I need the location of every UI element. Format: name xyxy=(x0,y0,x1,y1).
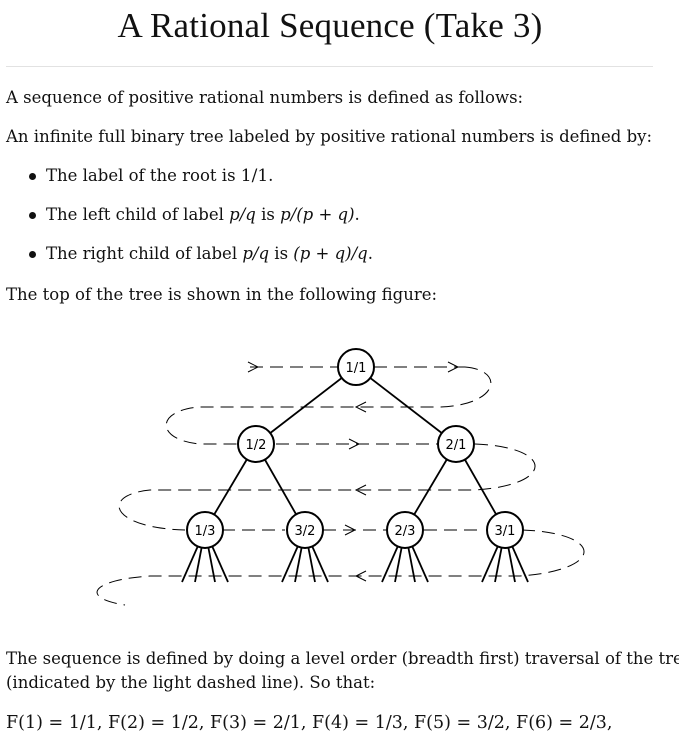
rule-right-math2: (p + q)/q xyxy=(293,244,368,263)
rule-left-child: The left child of label p/q is p/(p + q)… xyxy=(46,203,360,227)
intro-text: A sequence of positive rational numbers … xyxy=(6,88,524,107)
tree-edges xyxy=(181,366,529,583)
rule-right-math: p/q xyxy=(242,244,270,263)
tree-nodes: 1/1 1/2 2/1 1/3 3/2 2/3 3/1 xyxy=(186,348,524,549)
node-root-label: 1/1 xyxy=(346,361,367,376)
rule-right-mid: is xyxy=(269,244,294,263)
page-title: A Rational Sequence (Take 3) xyxy=(117,6,543,45)
node-l2-3: 2/3 xyxy=(386,511,424,549)
node-l1-right: 2/1 xyxy=(437,425,475,463)
rule-root-text: The label of the root is xyxy=(46,166,241,185)
figure-intro-text: The top of the tree is shown in the foll… xyxy=(6,285,438,304)
node-l1-right-label: 2/1 xyxy=(446,438,467,453)
sequence-text-line1: The sequence is defined by doing a level… xyxy=(6,649,679,668)
rule-left-math: p/q xyxy=(229,205,256,224)
traversal-arrows xyxy=(247,361,460,582)
rule-right-text: The right child of label xyxy=(46,244,243,263)
rule-left-math2: p/(p + q) xyxy=(280,205,355,224)
sequence-formula: F(1) = 1/1, F(2) = 1/2, F(3) = 2/1, F(4)… xyxy=(6,713,613,733)
node-l1-left-label: 1/2 xyxy=(246,438,267,453)
rule-right-child: The right child of label p/q is (p + q)/… xyxy=(46,242,373,266)
rule-right-tail: . xyxy=(367,244,373,263)
bullet-2 xyxy=(29,212,36,219)
node-l2-1: 1/3 xyxy=(186,511,224,549)
bullet-1 xyxy=(29,173,36,180)
node-l2-4-label: 3/1 xyxy=(495,524,516,539)
rule-root-math: 1/1 xyxy=(240,166,269,186)
tree-figure: 1/1 1/2 2/1 1/3 3/2 2/3 3/1 xyxy=(96,348,585,606)
rule-left-mid: is xyxy=(255,205,281,224)
node-l2-3-label: 2/3 xyxy=(395,524,416,539)
rule-root: The label of the root is 1/1. xyxy=(46,164,273,188)
rule-left-text: The left child of label xyxy=(46,205,230,224)
title-divider xyxy=(6,66,653,67)
node-l1-left: 1/2 xyxy=(237,425,275,463)
rule-root-tail: . xyxy=(268,166,274,185)
traversal-path xyxy=(96,366,585,606)
node-l2-4: 3/1 xyxy=(486,511,524,549)
rule-left-tail: . xyxy=(354,205,360,224)
tree-intro-text: An infinite full binary tree labeled by … xyxy=(6,127,653,146)
node-l2-1-label: 1/3 xyxy=(195,524,216,539)
node-root: 1/1 xyxy=(337,348,375,386)
sequence-text-line2: (indicated by the light dashed line). So… xyxy=(6,673,376,692)
node-l2-2: 3/2 xyxy=(286,511,324,549)
node-l2-2-label: 3/2 xyxy=(295,524,316,539)
bullet-3 xyxy=(29,251,36,258)
traversal-turn2 xyxy=(118,443,536,531)
